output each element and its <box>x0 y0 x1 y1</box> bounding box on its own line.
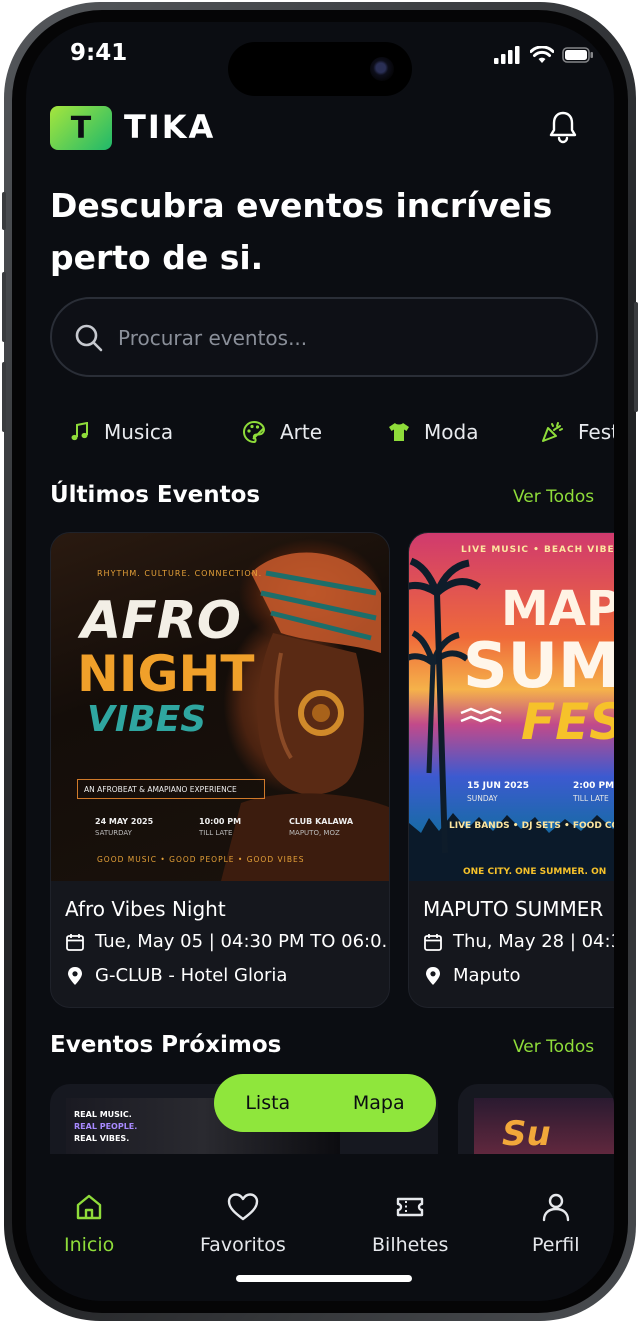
poster-date: 15 JUN 2025 <box>467 781 530 791</box>
signal-icon <box>494 46 520 64</box>
poster-time-sub: TILL LATE <box>199 829 233 837</box>
event-date-text: Tue, May 05 | 04:30 PM TO 06:0... <box>95 931 390 952</box>
category-label: Musica <box>104 420 174 444</box>
event-card-maputo[interactable]: LIVE MUSIC • BEACH VIBES • MAPUT SUMM FE… <box>408 532 614 1008</box>
upcoming-see-all-link[interactable]: Ver Todos <box>513 1037 594 1057</box>
battery-icon <box>562 47 593 63</box>
event-location: G-CLUB - Hotel Gloria <box>65 965 287 986</box>
page-headline: Descubra eventos incríveis perto de si. <box>50 180 570 284</box>
poster-tagline: LIVE MUSIC • BEACH VIBES • <box>461 545 614 555</box>
palette-icon <box>243 420 266 444</box>
tab-inicio[interactable]: Inicio <box>64 1192 114 1256</box>
tab-label: Bilhetes <box>372 1234 449 1256</box>
calendar-icon <box>424 933 442 951</box>
status-icons <box>494 46 594 64</box>
view-toggle: Lista Mapa <box>214 1074 436 1132</box>
power-button <box>634 302 638 412</box>
calendar-icon <box>66 933 84 951</box>
event-poster-afro: RHYTHM. CULTURE. CONNECTION. AFRO NIGHT … <box>51 533 389 881</box>
party-popper-icon <box>542 422 563 442</box>
event-date: Tue, May 05 | 04:30 PM TO 06:0... <box>65 931 390 952</box>
poster-venue: CLUB KALAWA <box>289 817 354 826</box>
poster-tagline: RHYTHM. CULTURE. CONNECTION. <box>97 569 263 578</box>
shirt-icon <box>389 423 409 441</box>
tab-label: Favoritos <box>200 1234 286 1256</box>
event-location-text: Maputo <box>453 965 521 986</box>
preview2-text: Su <box>502 1114 551 1154</box>
brand-logo-letter: T <box>70 110 92 146</box>
upcoming-events-title: Eventos Próximos <box>50 1032 282 1058</box>
event-location: Maputo <box>423 965 520 986</box>
event-date: Thu, May 28 | 04:30 <box>423 931 614 952</box>
poster-acts: LIVE BANDS • DJ SETS • FOOD COU <box>449 821 614 831</box>
poster-line-2: NIGHT <box>77 645 255 703</box>
location-pin-icon <box>68 966 82 985</box>
preview-line-2: REAL PEOPLE. <box>74 1122 138 1131</box>
poster-line-1: AFRO <box>81 591 242 651</box>
preview-line-3: REAL VIBES. <box>74 1134 130 1143</box>
poster-time: 2:00 PM <box>573 781 614 791</box>
status-time: 9:41 <box>70 40 128 66</box>
bell-icon[interactable] <box>548 110 578 144</box>
search-bar[interactable]: Procurar eventos... <box>50 297 598 377</box>
poster-subtitle: AN AFROBEAT & AMAPIANO EXPERIENCE <box>77 779 265 799</box>
category-list: Musica Arte Moda Fest <box>70 420 614 450</box>
brand-logo[interactable]: T <box>50 106 112 150</box>
volume-down-button <box>2 362 6 432</box>
tab-label: Inicio <box>64 1234 115 1256</box>
music-note-icon <box>71 422 88 441</box>
headline-line-1: Descubra eventos incríveis <box>50 186 553 225</box>
ticket-icon <box>396 1197 424 1217</box>
category-musica[interactable]: Musica <box>70 420 173 444</box>
list-view-button[interactable]: Lista <box>245 1092 290 1114</box>
volume-up-button <box>2 272 6 342</box>
poster-line-2: SUMM <box>463 629 614 702</box>
category-fest[interactable]: Fest <box>540 420 614 444</box>
home-indicator[interactable] <box>236 1275 412 1282</box>
category-arte[interactable]: Arte <box>242 420 322 444</box>
action-button <box>2 192 6 230</box>
category-label: Arte <box>280 420 323 444</box>
event-title: MAPUTO SUMMER <box>423 897 604 921</box>
location-pin-icon <box>426 966 440 985</box>
brand-name: TIKA <box>124 108 216 146</box>
headline-line-2: perto de si. <box>50 238 264 277</box>
event-poster-maputo: LIVE MUSIC • BEACH VIBES • MAPUT SUMM FE… <box>409 533 614 881</box>
latest-see-all-link[interactable]: Ver Todos <box>513 487 594 507</box>
tab-bilhetes[interactable]: Bilhetes <box>372 1192 448 1256</box>
search-icon <box>75 324 103 352</box>
event-card-afro[interactable]: RHYTHM. CULTURE. CONNECTION. AFRO NIGHT … <box>50 532 390 1008</box>
map-view-button[interactable]: Mapa <box>353 1092 405 1114</box>
poster-day: SUNDAY <box>467 794 498 803</box>
latest-events-title: Últimos Eventos <box>50 482 261 508</box>
search-placeholder[interactable]: Procurar eventos... <box>118 326 307 350</box>
poster-time-sub: TILL LATE <box>573 794 609 803</box>
poster-date: 24 MAY 2025 <box>95 817 154 826</box>
dynamic-island <box>228 42 412 96</box>
poster-line-3: VIBES <box>87 699 207 740</box>
poster-day: SATURDAY <box>95 829 132 837</box>
tab-label: Perfil <box>532 1234 580 1256</box>
event-date-text: Thu, May 28 | 04:30 <box>453 931 614 952</box>
tab-favoritos[interactable]: Favoritos <box>200 1192 286 1256</box>
user-icon <box>542 1193 569 1222</box>
event-location-text: G-CLUB - Hotel Gloria <box>95 965 288 986</box>
category-label: Moda <box>424 420 479 444</box>
poster-line-3: FES <box>521 693 614 751</box>
event-title: Afro Vibes Night <box>65 897 226 921</box>
wifi-icon <box>530 46 554 63</box>
tab-perfil[interactable]: Perfil <box>532 1192 580 1256</box>
front-camera <box>370 57 394 81</box>
poster-venue-sub: MAPUTO, MOZ <box>289 829 340 837</box>
home-icon <box>76 1194 102 1220</box>
poster-footer: ONE CITY. ONE SUMMER. ON <box>463 867 607 877</box>
latest-events-carousel: RHYTHM. CULTURE. CONNECTION. AFRO NIGHT … <box>26 22 614 1022</box>
category-moda[interactable]: Moda <box>388 420 478 444</box>
category-label: Fest <box>578 420 614 444</box>
preview-line-1: REAL MUSIC. <box>74 1110 132 1119</box>
app-screen: 9:41 T TIKA Descubra eventos incríveis p… <box>26 22 614 1301</box>
poster-footer: GOOD MUSIC • GOOD PEOPLE • GOOD VIBES <box>97 855 305 864</box>
poster-time: 10:00 PM <box>199 817 242 826</box>
heart-icon <box>227 1193 259 1221</box>
